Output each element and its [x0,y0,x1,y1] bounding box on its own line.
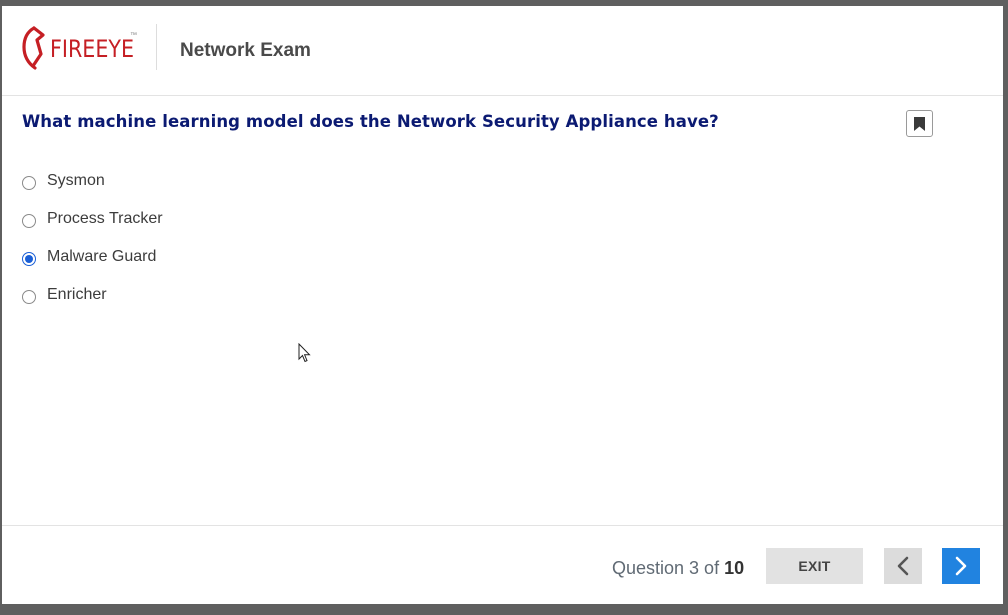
option-label: Enricher [47,286,107,303]
option-enricher[interactable]: Enricher [22,286,163,324]
window-frame: FIREEYE ™ Network Exam What machine lear… [0,0,1008,615]
bookmark-icon [914,117,925,131]
chevron-left-icon [897,556,909,576]
option-label: Process Tracker [47,210,163,227]
radio-button[interactable] [22,214,36,228]
progress-total: 10 [724,558,745,578]
header: FIREEYE ™ Network Exam [2,6,1003,96]
fireeye-logo-mark-icon [22,26,45,70]
mouse-cursor-icon [298,343,311,363]
answer-options: Sysmon Process Tracker Malware Guard Enr… [22,172,163,324]
radio-button[interactable] [22,176,36,190]
question-text: What machine learning model does the Net… [22,112,719,131]
next-button[interactable] [942,548,980,584]
option-label: Malware Guard [47,248,157,265]
logo-text: FIREEYE [50,35,135,63]
fireeye-logo: FIREEYE ™ [22,26,137,70]
exam-title: Network Exam [180,40,311,61]
previous-button[interactable] [884,548,922,584]
question-progress: Question 3 of 10 [612,558,744,579]
option-sysmon[interactable]: Sysmon [22,172,163,210]
option-malware-guard[interactable]: Malware Guard [22,248,163,286]
trademark: ™ [130,32,137,39]
exam-dialog: FIREEYE ™ Network Exam What machine lear… [2,6,1003,604]
chevron-right-icon [955,556,967,576]
option-label: Sysmon [47,172,105,189]
footer: Question 3 of 10 EXIT [2,525,1003,605]
bookmark-button[interactable] [906,110,933,137]
progress-prefix: Question 3 of [612,558,725,578]
option-process-tracker[interactable]: Process Tracker [22,210,163,248]
header-divider [156,24,157,70]
radio-button[interactable] [22,290,36,304]
radio-button-selected[interactable] [22,252,36,266]
exit-button[interactable]: EXIT [766,548,863,584]
